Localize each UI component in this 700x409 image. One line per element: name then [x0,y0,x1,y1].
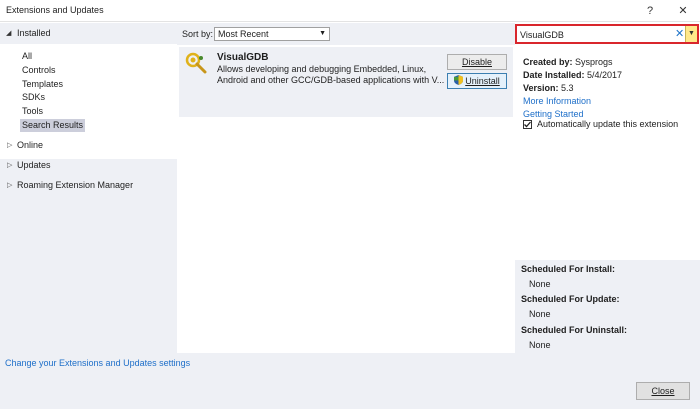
visualgdb-logo-icon [185,52,207,74]
collapsed-arrow-icon: ▷ [7,182,13,189]
subitem-controls[interactable]: Controls [22,64,56,77]
subitem-tools[interactable]: Tools [22,105,43,118]
extension-description: Allows developing and debugging Embedded… [217,64,445,85]
version-label: Version: [523,83,559,93]
more-information-link[interactable]: More Information [523,96,591,106]
sort-bar: Sort by: Most Recent ▼ [177,23,515,45]
sort-label: Sort by: [182,29,214,39]
tree-item-updates[interactable]: ▷ Updates [0,159,177,173]
close-button[interactable]: Close [636,382,690,400]
sort-dropdown[interactable]: Most Recent ▼ [214,27,330,41]
subitem-search-results[interactable]: Search Results [20,119,86,132]
created-by-row: Created by: Sysprogs [523,57,613,67]
getting-started-link[interactable]: Getting Started [523,109,584,119]
date-installed-label: Date Installed: [523,70,585,80]
search-dropdown-icon[interactable]: ▼ [685,26,697,42]
title-bar: Extensions and Updates ? ✕ [0,0,700,22]
created-by-label: Created by: [523,57,573,67]
scheduled-uninstall-label: Scheduled For Uninstall: [521,325,628,335]
version-row: Version: 5.3 [523,83,574,93]
settings-link[interactable]: Change your Extensions and Updates setti… [5,358,190,368]
created-by-value: Sysprogs [575,57,613,67]
extension-list-item[interactable]: VisualGDB Allows developing and debuggin… [179,47,513,117]
collapsed-arrow-icon: ▷ [7,162,13,169]
subitem-all[interactable]: All [22,50,32,63]
subitem-sdks[interactable]: SDKs [22,91,45,104]
collapsed-arrow-icon: ▷ [7,142,13,149]
window-title: Extensions and Updates [6,5,104,15]
extension-name: VisualGDB [217,52,269,63]
uninstall-label: Uninstall [465,76,500,86]
auto-update-label: Automatically update this extension [537,119,679,129]
scheduled-update-label: Scheduled For Update: [521,294,620,304]
tree-item-online[interactable]: ▷ Online [0,139,177,153]
auto-update-checkbox[interactable] [523,120,532,129]
search-box: ✕ ▼ [515,24,699,44]
expanded-arrow-icon: ◢ [6,30,12,37]
tree-item-installed[interactable]: ◢ Installed [0,27,177,41]
disable-button[interactable]: Disable [447,54,507,70]
date-installed-row: Date Installed: 5/4/2017 [523,70,622,80]
checkmark-icon [524,121,531,128]
online-label: Online [17,140,44,150]
dialog-footer: Change your Extensions and Updates setti… [0,353,700,409]
roaming-label: Roaming Extension Manager [17,180,134,190]
installed-label: Installed [17,28,51,38]
scheduled-install-value: None [529,279,551,289]
help-button[interactable]: ? [641,3,659,19]
dropdown-arrow-icon: ▼ [319,30,326,37]
updates-label: Updates [17,160,51,170]
uninstall-button[interactable]: Uninstall [447,73,507,89]
extension-list-panel: Sort by: Most Recent ▼ VisualGDB Allows … [177,23,515,353]
search-input[interactable] [520,28,670,41]
version-value: 5.3 [561,83,574,93]
scheduled-update-value: None [529,309,551,319]
date-installed-value: 5/4/2017 [587,70,623,80]
uac-shield-icon [454,75,464,85]
scheduled-uninstall-value: None [529,340,551,350]
disable-label: Disable [461,57,492,67]
tree-item-roaming[interactable]: ▷ Roaming Extension Manager [0,179,177,193]
category-sidebar: ◢ Installed All Controls Templates SDKs … [0,23,177,353]
scheduled-install-label: Scheduled For Install: [521,264,616,274]
sort-value: Most Recent [218,29,269,39]
clear-search-icon[interactable]: ✕ [675,27,684,41]
window-close-button[interactable]: ✕ [674,3,692,19]
close-button-label: Close [651,386,675,396]
subitem-templates[interactable]: Templates [22,78,63,91]
scheduled-section: Scheduled For Install: None Scheduled Fo… [515,260,700,353]
details-panel: ✕ ▼ Created by: Sysprogs Date Installed:… [515,23,700,353]
